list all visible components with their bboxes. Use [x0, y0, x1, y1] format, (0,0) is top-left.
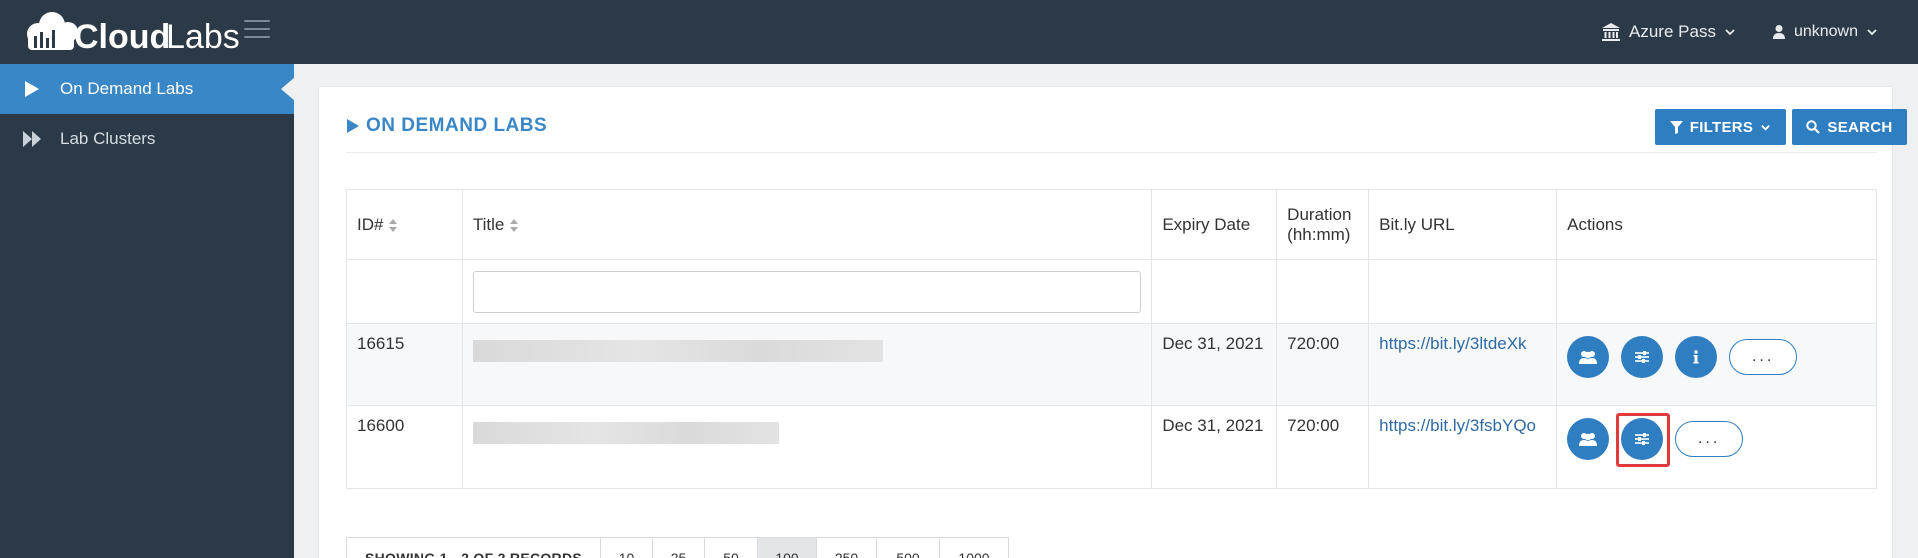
cell-duration: 720:00	[1276, 323, 1370, 406]
cell-actions: ...	[1556, 323, 1877, 406]
svg-text:Cloud: Cloud	[74, 18, 170, 56]
column-header-expiry: Expiry Date	[1151, 189, 1278, 260]
fast-forward-icon	[22, 129, 42, 149]
cell-id: 16600	[346, 405, 463, 489]
bitly-link[interactable]: https://bit.ly/3fsbYQo	[1379, 416, 1536, 435]
cell-actions: ...	[1556, 405, 1877, 489]
pagination: SHOWING 1 - 2 OF 2 RECORDS 10 25 50 100 …	[346, 537, 1009, 558]
menu-toggle-icon[interactable]	[244, 20, 270, 40]
sidebar-item-label: On Demand Labs	[60, 79, 194, 98]
chevron-down-icon	[1725, 29, 1735, 36]
org-dropdown[interactable]: Azure Pass	[1601, 22, 1736, 42]
page-size-250[interactable]: 250	[817, 538, 877, 558]
cell-url: https://bit.ly/3ltdeXk	[1368, 323, 1558, 406]
more-actions-button[interactable]: ...	[1675, 421, 1744, 457]
svg-text:Labs: Labs	[166, 18, 240, 56]
sliders-icon	[1635, 351, 1650, 363]
cell-expiry: Dec 31, 2021	[1151, 405, 1278, 489]
sidebar: On Demand Labs Lab Clusters	[0, 64, 295, 558]
cell-title	[461, 405, 1153, 489]
cell-expiry: Dec 31, 2021	[1151, 323, 1278, 406]
column-header-bitly: Bit.ly URL	[1368, 189, 1558, 260]
table-row: 16600 Dec 31, 2021 720:00 https://bit.ly…	[346, 405, 1877, 489]
filter-row	[346, 259, 1877, 324]
play-icon	[22, 79, 42, 99]
page-size-100[interactable]: 100	[758, 538, 817, 558]
org-label: Azure Pass	[1629, 22, 1716, 41]
bitly-link[interactable]: https://bit.ly/3ltdeXk	[1379, 334, 1526, 353]
info-icon	[1693, 350, 1699, 364]
chevron-down-icon	[1761, 124, 1771, 131]
search-button[interactable]: SEARCH	[1792, 109, 1907, 145]
panel-header: ON DEMAND LABS FILTERS SEARCH	[346, 109, 1907, 153]
cell-url: https://bit.ly/3fsbYQo	[1368, 405, 1558, 489]
user-dropdown[interactable]: unknown	[1772, 23, 1878, 41]
filters-button[interactable]: FILTERS	[1655, 109, 1786, 145]
sort-icon	[510, 218, 519, 232]
table-row: 16615 Dec 31, 2021 720:00 https://bit.ly…	[346, 323, 1877, 406]
records-info: SHOWING 1 - 2 OF 2 RECORDS	[347, 538, 601, 558]
cell-title	[461, 323, 1153, 406]
cell-duration: 720:00	[1276, 405, 1370, 489]
user-icon	[1772, 25, 1785, 39]
users-icon	[1579, 433, 1598, 446]
sort-icon	[389, 218, 398, 232]
page-size-25[interactable]: 25	[653, 538, 705, 558]
users-button[interactable]	[1567, 336, 1610, 378]
play-icon	[347, 119, 359, 133]
bank-icon	[1602, 23, 1621, 41]
users-icon	[1579, 351, 1598, 364]
column-header-id[interactable]: ID#	[346, 189, 463, 260]
settings-sliders-button[interactable]	[1616, 413, 1671, 467]
table-header-row: ID# Title Expiry Date Duration (hh:mm) Bi…	[346, 189, 1877, 260]
sidebar-item-on-demand-labs[interactable]: On Demand Labs	[0, 64, 295, 114]
labs-table: ID# Title Expiry Date Duration (hh:mm) Bi…	[346, 189, 1877, 489]
redacted-title	[472, 340, 883, 362]
more-actions-button[interactable]: ...	[1729, 339, 1798, 375]
filter-icon	[1669, 120, 1683, 134]
column-header-title[interactable]: Title	[461, 189, 1153, 260]
users-button[interactable]	[1567, 418, 1610, 460]
page-size-10[interactable]: 10	[601, 538, 653, 558]
chevron-down-icon	[1867, 29, 1877, 36]
top-navbar: Cloud Labs Azure Pass unknown	[0, 0, 1918, 64]
user-label: unknown	[1793, 23, 1858, 40]
column-header-duration: Duration (hh:mm)	[1276, 189, 1370, 260]
sidebar-item-label: Lab Clusters	[60, 129, 156, 148]
page-size-1000[interactable]: 1000	[940, 538, 1008, 558]
redacted-title	[472, 422, 779, 444]
main-content: ON DEMAND LABS FILTERS SEARCH ID# Title …	[294, 64, 1918, 558]
cloudlabs-logo[interactable]: Cloud Labs	[22, 6, 242, 58]
labs-panel: ON DEMAND LABS FILTERS SEARCH ID# Title …	[318, 86, 1907, 558]
cell-id: 16615	[346, 323, 463, 406]
page-size-50[interactable]: 50	[705, 538, 758, 558]
page-title: ON DEMAND LABS	[346, 115, 547, 137]
search-icon	[1806, 120, 1821, 134]
settings-sliders-button[interactable]	[1621, 336, 1664, 378]
column-header-actions: Actions	[1556, 189, 1877, 260]
title-filter-input[interactable]	[472, 270, 1142, 313]
sliders-icon	[1635, 433, 1650, 445]
page-size-500[interactable]: 500	[877, 538, 940, 558]
sidebar-item-lab-clusters[interactable]: Lab Clusters	[0, 114, 294, 164]
info-button[interactable]	[1675, 336, 1718, 378]
